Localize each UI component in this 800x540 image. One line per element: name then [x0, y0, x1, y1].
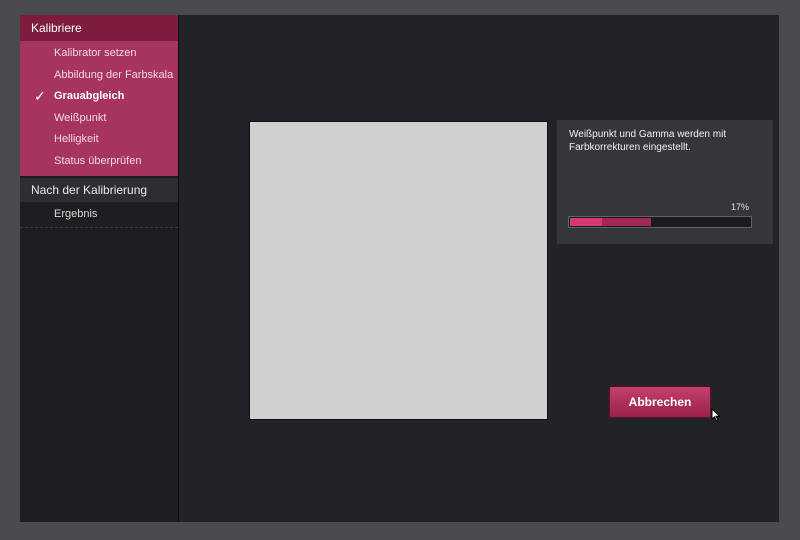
section-nach-kalibrierung: Nach der Kalibrierung Ergebnis	[20, 177, 178, 229]
progress-bar	[568, 216, 752, 228]
progress-percent: 17%	[730, 202, 749, 212]
sidebar-item-status-pruefen[interactable]: Status überprüfen	[20, 151, 178, 173]
sidebar-item-helligkeit[interactable]: Helligkeit	[20, 129, 178, 151]
sidebar-item-label: Abbildung der Farbskala	[54, 68, 174, 81]
status-message: Weißpunkt und Gamma werden mit Farbkorre…	[569, 129, 727, 153]
sidebar: Kalibriere Kalibrator setzen Abbildung d…	[20, 15, 179, 522]
calibration-color-patch	[249, 121, 548, 420]
calibration-window: Kalibriere Kalibrator setzen Abbildung d…	[20, 15, 779, 522]
cancel-button[interactable]: Abbrechen	[609, 386, 711, 418]
status-panel: Weißpunkt und Gamma werden mit Farbkorre…	[557, 120, 773, 244]
sidebar-item-label: Weißpunkt	[54, 111, 107, 124]
sidebar-item-label: Kalibrator setzen	[54, 47, 137, 59]
mouse-pointer-icon	[711, 408, 721, 422]
section-header-nach-kalibrierung: Nach der Kalibrierung	[20, 177, 178, 202]
sidebar-item-label: Status überprüfen	[54, 154, 142, 167]
progress-highlight	[570, 218, 602, 226]
section-items: Ergebnis	[20, 202, 178, 229]
section-kalibriere: Kalibriere Kalibrator setzen Abbildung d…	[20, 15, 178, 176]
sidebar-item-ergebnis[interactable]: Ergebnis	[20, 204, 178, 226]
section-header-kalibriere: Kalibriere	[20, 15, 178, 41]
sidebar-item-kalibrator-setzen[interactable]: Kalibrator setzen	[20, 43, 178, 65]
checkmark-icon: ✓	[34, 88, 46, 105]
progress-fill	[570, 218, 651, 226]
sidebar-item-farbskala[interactable]: Abbildung der Farbskala	[20, 65, 178, 87]
sidebar-item-label: Ergebnis	[54, 207, 98, 220]
sidebar-item-weisspunkt[interactable]: Weißpunkt	[20, 108, 178, 130]
sidebar-item-grauabgleich[interactable]: ✓ Grauabgleich	[20, 86, 178, 108]
sidebar-item-label: Grauabgleich	[54, 90, 125, 103]
section-items: Kalibrator setzen Abbildung der Farbskal…	[20, 41, 178, 176]
sidebar-item-label: Helligkeit	[54, 133, 99, 146]
